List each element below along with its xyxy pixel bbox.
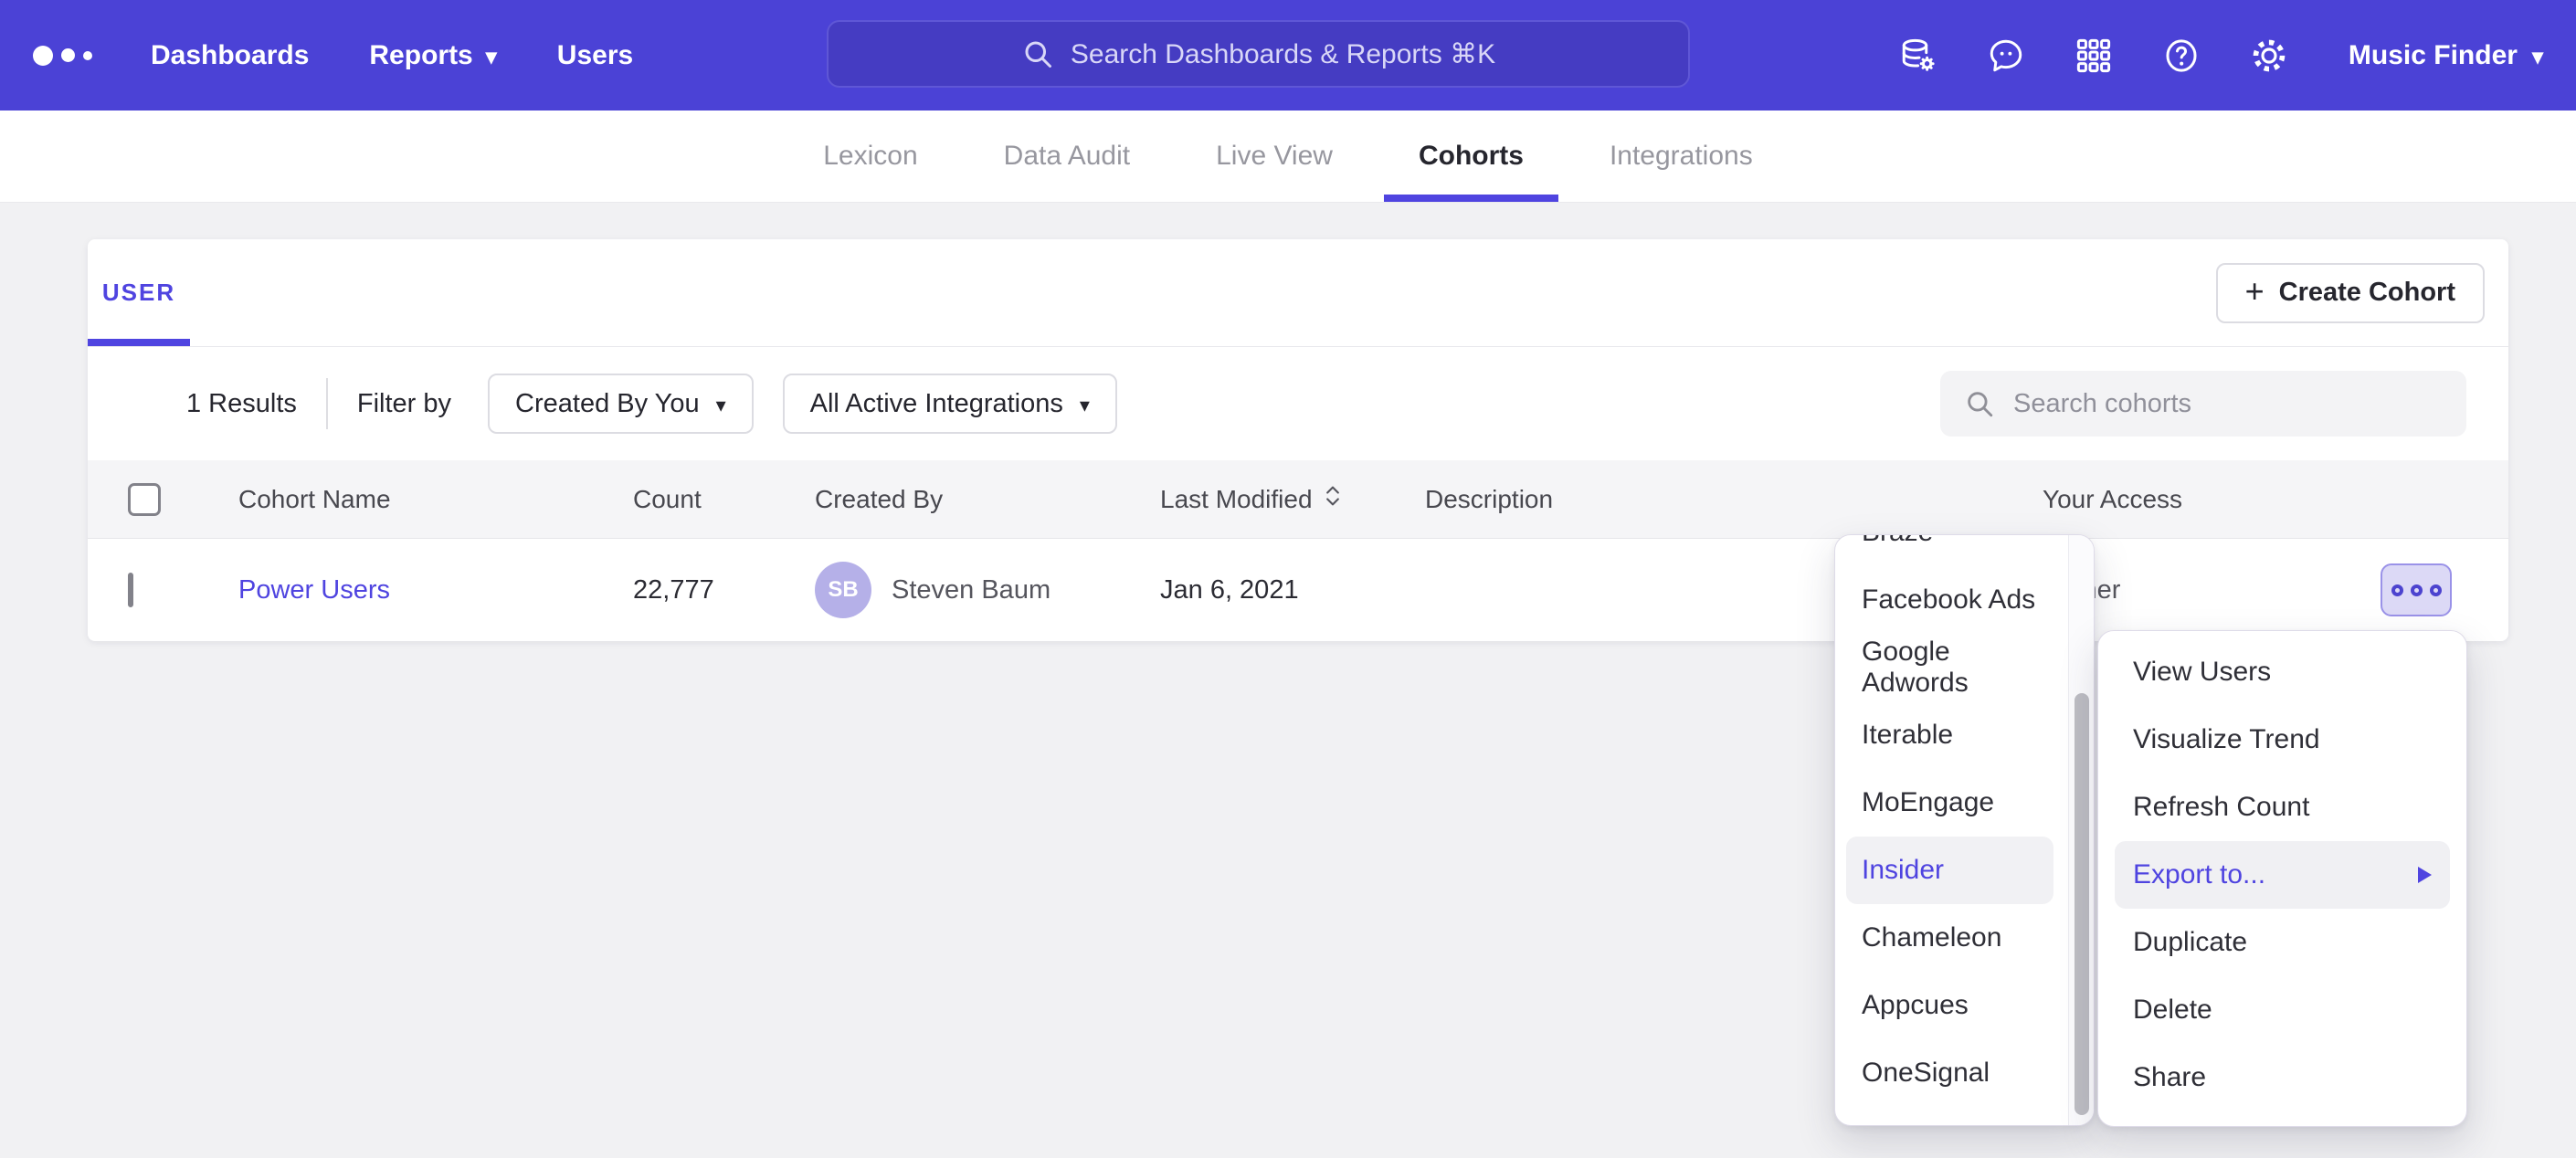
tab-lexicon[interactable]: Lexicon [788, 111, 952, 202]
select-all-checkbox[interactable] [128, 483, 161, 516]
col-cohort-name[interactable]: Cohort Name [238, 485, 633, 514]
tab-integrations[interactable]: Integrations [1575, 111, 1788, 202]
col-count[interactable]: Count [633, 485, 815, 514]
chat-icon[interactable] [1987, 37, 2025, 75]
created-by-name: Steven Baum [892, 575, 1050, 605]
submenu-scrollbar-track [2068, 535, 2094, 1125]
chevron-down-icon [716, 389, 726, 419]
sort-icon[interactable] [1324, 483, 1342, 515]
menu-item-share[interactable]: Share [2115, 1044, 2450, 1111]
section-tabs: Lexicon Data Audit Live View Cohorts Int… [0, 111, 2576, 203]
export-submenu: Braze Facebook Ads Google Adwords Iterab… [1834, 534, 2095, 1126]
cohort-name-link[interactable]: Power Users [238, 575, 390, 605]
tab-live-view[interactable]: Live View [1181, 111, 1367, 202]
submenu-item-insider[interactable]: Insider [1846, 837, 2053, 904]
plus-icon: + [2245, 275, 2265, 308]
dot-icon [2391, 584, 2403, 596]
results-count: 1 Results [186, 389, 297, 419]
row-actions-button[interactable] [2381, 563, 2452, 616]
global-search-input[interactable]: Search Dashboards & Reports ⌘K [827, 20, 1690, 88]
nav-links: Dashboards Reports Users [151, 40, 633, 71]
tab-cohorts[interactable]: Cohorts [1384, 111, 1558, 202]
menu-item-visualize-trend[interactable]: Visualize Trend [2115, 706, 2450, 774]
submenu-item-onesignal[interactable]: OneSignal [1846, 1039, 2053, 1107]
search-icon [1964, 388, 1995, 419]
submenu-item-appcues[interactable]: Appcues [1846, 972, 2053, 1039]
col-your-access[interactable]: Your Access [2043, 485, 2364, 514]
search-cohorts-placeholder: Search cohorts [2013, 389, 2191, 419]
row-context-menu: View Users Visualize Trend Refresh Count… [2097, 630, 2467, 1127]
search-cohorts-input[interactable]: Search cohorts [1940, 371, 2466, 437]
submenu-item-facebook-ads[interactable]: Facebook Ads [1846, 566, 2053, 634]
tab-data-audit[interactable]: Data Audit [969, 111, 1165, 202]
filter-by-label: Filter by [357, 389, 451, 419]
menu-item-export-to[interactable]: Export to... [2115, 841, 2450, 909]
cohort-count: 22,777 [633, 575, 815, 605]
submenu-arrow-icon [2418, 867, 2432, 883]
tab-user-cohorts[interactable]: USER [88, 239, 190, 346]
nav-item-reports[interactable]: Reports [369, 40, 496, 71]
settings-gear-icon[interactable] [2250, 37, 2288, 75]
search-icon [1021, 37, 1054, 70]
project-switcher[interactable]: Music Finder [2349, 40, 2543, 71]
data-management-icon[interactable] [1899, 37, 1937, 75]
dot-icon [2411, 584, 2423, 596]
submenu-item-google-adwords[interactable]: Google Adwords [1846, 634, 2053, 701]
menu-item-delete[interactable]: Delete [2115, 976, 2450, 1044]
menu-item-view-users[interactable]: View Users [2115, 638, 2450, 706]
nav-item-users[interactable]: Users [557, 40, 633, 71]
cohorts-panel: USER + Create Cohort 1 Results Filter by… [88, 239, 2508, 641]
created-by-filter-dropdown[interactable]: Created By You [488, 374, 754, 434]
mixpanel-logo-icon[interactable] [33, 46, 92, 66]
table-row: Power Users 22,777 SB Steven Baum Jan 6,… [88, 539, 2508, 641]
help-icon[interactable] [2162, 37, 2201, 75]
dot-icon [2430, 584, 2442, 596]
chevron-down-icon [2532, 40, 2543, 71]
submenu-item-moengage[interactable]: MoEngage [1846, 769, 2053, 837]
col-description[interactable]: Description [1425, 485, 2043, 514]
row-checkbox[interactable] [128, 573, 133, 607]
avatar: SB [815, 562, 871, 618]
table-header: Cohort Name Count Created By Last Modifi… [88, 460, 2508, 539]
submenu-item-braze[interactable]: Braze [1846, 534, 2053, 566]
export-submenu-list: Braze Facebook Ads Google Adwords Iterab… [1835, 534, 2094, 1107]
filter-row: 1 Results Filter by Created By You All A… [88, 347, 2508, 460]
active-tab-underline [1384, 195, 1558, 202]
panel-header: USER + Create Cohort [88, 239, 2508, 347]
menu-item-refresh-count[interactable]: Refresh Count [2115, 774, 2450, 841]
nav-item-dashboards[interactable]: Dashboards [151, 40, 309, 71]
last-modified-date: Jan 6, 2021 [1160, 575, 1425, 605]
integrations-filter-dropdown[interactable]: All Active Integrations [783, 374, 1117, 434]
submenu-item-iterable[interactable]: Iterable [1846, 701, 2053, 769]
divider [326, 378, 328, 429]
global-search-placeholder: Search Dashboards & Reports ⌘K [1071, 38, 1495, 70]
apps-grid-icon[interactable] [2075, 37, 2113, 75]
chevron-down-icon [486, 40, 497, 71]
create-cohort-button[interactable]: + Create Cohort [2216, 263, 2485, 323]
chevron-down-icon [1080, 389, 1090, 419]
project-name: Music Finder [2349, 40, 2518, 71]
top-nav: Dashboards Reports Users Search Dashboar… [0, 0, 2576, 111]
submenu-scrollbar-thumb[interactable] [2075, 693, 2089, 1115]
menu-item-duplicate[interactable]: Duplicate [2115, 909, 2450, 976]
col-created-by[interactable]: Created By [815, 485, 1160, 514]
col-last-modified[interactable]: Last Modified [1160, 483, 1425, 515]
submenu-item-chameleon[interactable]: Chameleon [1846, 904, 2053, 972]
user-tab-underline [88, 339, 190, 346]
nav-right-icons: Music Finder [1899, 37, 2543, 75]
